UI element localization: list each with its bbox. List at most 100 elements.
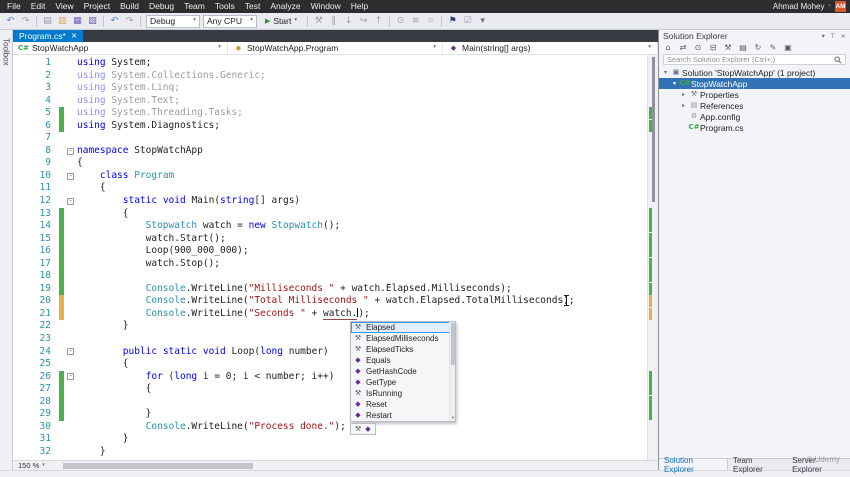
collapse-region-icon[interactable]: - <box>67 197 74 205</box>
menu-item-edit[interactable]: Edit <box>26 0 51 13</box>
completion-item[interactable]: ⚒ IsRunning <box>351 388 455 399</box>
expander-icon[interactable]: ▸ <box>679 102 688 109</box>
completion-item[interactable]: ◆ GetType <box>351 377 455 388</box>
code-line[interactable]: 31 } <box>13 433 658 446</box>
menu-item-file[interactable]: File <box>2 0 26 13</box>
uncomment-icon[interactable]: ≡ <box>424 15 437 28</box>
completion-item[interactable]: ◆ Restart <box>351 410 455 421</box>
tree-item-app-config[interactable]: ⚙ App.config <box>659 111 850 122</box>
navigate-forward-icon[interactable]: ↷ <box>19 15 32 28</box>
scroll-down-icon[interactable]: ▾ <box>450 416 456 422</box>
home-icon[interactable]: ⌂ <box>663 43 673 52</box>
completion-item[interactable]: ◆ Equals <box>351 355 455 366</box>
view-code-icon[interactable]: ✎ <box>768 43 778 52</box>
code-line[interactable]: 25 { <box>13 358 658 371</box>
expander-icon[interactable]: ▾ <box>661 69 670 76</box>
step-out-icon[interactable]: ↑ <box>372 15 385 28</box>
completion-item[interactable]: ⚒ ElapsedTicks <box>351 344 455 355</box>
code-line[interactable]: 26 - for (long i = 0; i < number; i++) <box>13 370 658 384</box>
scrollbar-thumb[interactable] <box>652 57 655 202</box>
code-line[interactable]: 2 using System.Collections.Generic; <box>13 70 658 83</box>
zoom-control[interactable]: 150 % ▾ <box>13 461 61 470</box>
tree-item-properties[interactable]: ▸ ⚒ Properties <box>659 89 850 100</box>
code-line[interactable]: 6 using System.Diagnostics; <box>13 119 658 133</box>
code-line[interactable]: 5 using System.Threading.Tasks; <box>13 107 658 120</box>
build-icon[interactable]: ⚒ <box>312 15 325 28</box>
collapse-region-icon[interactable]: - <box>67 172 74 180</box>
collapse-region-icon[interactable]: - <box>67 373 74 381</box>
code-editor[interactable]: 1 using System; 2 using System.Collections.… <box>13 55 658 460</box>
menu-item-test[interactable]: Test <box>240 0 266 13</box>
code-line[interactable]: 10 - class Program <box>13 170 658 183</box>
preview-selected-icon[interactable]: ▣ <box>783 43 793 52</box>
code-line[interactable]: 19 Console.WriteLine("Milliseconds " + w… <box>13 282 658 296</box>
code-line[interactable]: 22 } <box>13 320 658 333</box>
task-list-icon[interactable]: ☑ <box>461 15 474 28</box>
user-avatar[interactable]: AM <box>835 1 846 12</box>
pending-changes-filter-icon[interactable]: ⊙ <box>693 43 703 52</box>
menu-item-project[interactable]: Project <box>79 0 115 13</box>
collapse-region-icon[interactable]: - <box>67 348 74 356</box>
code-line[interactable]: 20 Console.WriteLine("Total Milliseconds… <box>13 295 658 308</box>
project-dropdown[interactable]: C# StopWatchApp ▾ <box>13 42 228 54</box>
code-line[interactable]: 15 watch.Start(); <box>13 232 658 246</box>
tree-item-references[interactable]: ▸ ▤ References <box>659 100 850 111</box>
close-icon[interactable]: × <box>841 33 846 40</box>
solution-platforms-dropdown[interactable]: Any CPU ▾ <box>203 14 257 28</box>
save-all-icon[interactable]: ▧ <box>86 15 99 28</box>
undo-icon[interactable]: ↶ <box>108 15 121 28</box>
start-debugging-button[interactable]: ▶ Start ▾ <box>260 14 302 29</box>
code-line[interactable]: 17 watch.Stop(); <box>13 257 658 271</box>
code-line[interactable]: 12 - static void Main(string[] args) <box>13 195 658 208</box>
scrollbar-thumb[interactable] <box>451 323 455 365</box>
tree-item-solution-stopwatchapp-1-project[interactable]: ▾ ▣ Solution 'StopWatchApp' (1 project) <box>659 67 850 78</box>
code-line[interactable]: 29 } <box>13 408 658 421</box>
user-menu-caret-icon[interactable]: ▾ <box>828 4 831 9</box>
code-line[interactable]: 28 <box>13 395 658 409</box>
expander-icon[interactable]: ▾ <box>670 80 679 87</box>
scrollbar-thumb[interactable] <box>63 463 253 469</box>
code-line[interactable]: 1 using System; <box>13 57 658 70</box>
completion-item[interactable]: ◆ GetHashCode <box>351 366 455 377</box>
code-line[interactable]: 9{ <box>13 157 658 170</box>
menu-item-analyze[interactable]: Analyze <box>265 0 305 13</box>
step-over-icon[interactable]: ↪ <box>357 15 370 28</box>
code-line[interactable]: 3 using System.Linq; <box>13 82 658 95</box>
navigate-backward-icon[interactable]: ↶ <box>4 15 17 28</box>
menu-item-debug[interactable]: Debug <box>144 0 179 13</box>
panel-tab-solution-explorer[interactable]: Solution Explorer <box>659 456 728 474</box>
code-line[interactable]: 30 Console.WriteLine("Process done."); <box>13 421 658 434</box>
code-line[interactable]: 23 <box>13 333 658 346</box>
find-icon[interactable]: ⊙ <box>394 15 407 28</box>
menu-item-tools[interactable]: Tools <box>210 0 240 13</box>
code-line[interactable]: 4 using System.Text; <box>13 95 658 108</box>
code-line[interactable]: 27 { <box>13 383 658 396</box>
expander-icon[interactable]: ▸ <box>679 91 688 98</box>
code-line[interactable]: 18 <box>13 270 658 283</box>
switch-views-icon[interactable]: ⇄ <box>678 43 688 52</box>
solution-configurations-dropdown[interactable]: Debug ▾ <box>146 14 200 28</box>
properties-icon[interactable]: ⚒ <box>723 43 733 52</box>
comment-icon[interactable]: ≡ <box>409 15 422 28</box>
code-line[interactable]: 21 Console.WriteLine("Seconds " + watch.… <box>13 307 658 321</box>
code-line[interactable]: 11 { <box>13 182 658 195</box>
refresh-icon[interactable]: ↻ <box>753 43 763 52</box>
tree-item-stopwatchapp[interactable]: ▾ C# StopWatchApp <box>659 78 850 89</box>
pin-icon[interactable]: ⊤ <box>830 33 836 40</box>
collapse-region-icon[interactable]: - <box>67 147 74 155</box>
code-line[interactable]: 8 - namespace StopWatchApp <box>13 145 658 158</box>
code-line[interactable]: 24 - public static void Loop(long number) <box>13 346 658 359</box>
member-dropdown[interactable]: ◆ Main(string[] args) ▾ <box>443 42 658 54</box>
save-icon[interactable]: ▦ <box>71 15 84 28</box>
search-box[interactable]: Search Solution Explorer (Ctrl+;) <box>663 54 846 65</box>
code-line[interactable]: 7 <box>13 132 658 145</box>
open-file-icon[interactable]: ▥ <box>56 15 69 28</box>
filter-properties-icon[interactable]: ⚒ <box>355 425 361 433</box>
filter-methods-icon[interactable]: ◆ <box>365 425 370 433</box>
horizontal-scrollbar[interactable] <box>61 461 658 470</box>
vertical-scrollbar[interactable] <box>647 55 658 460</box>
completion-item[interactable]: ⚒ Elapsed <box>351 322 455 333</box>
code-line[interactable]: 32 } <box>13 446 658 459</box>
close-icon[interactable]: × <box>71 32 78 40</box>
break-all-icon[interactable]: ‖ <box>327 15 340 28</box>
